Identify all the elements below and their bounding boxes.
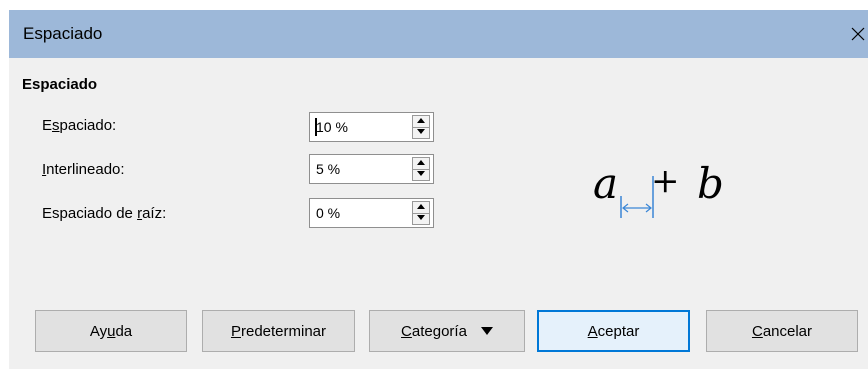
close-icon[interactable] bbox=[846, 18, 868, 48]
preview-b: b bbox=[697, 159, 724, 208]
line-spacing-spinbox[interactable]: 5 % bbox=[309, 154, 434, 184]
section-title: Espaciado bbox=[22, 76, 98, 93]
title-bar: Espaciado bbox=[9, 10, 868, 58]
spin-down-icon[interactable] bbox=[413, 213, 429, 224]
dialog-body: Espaciado Espaciado: 10 % Interlineado: … bbox=[9, 58, 868, 369]
cancel-button[interactable]: Cancelar bbox=[706, 310, 858, 352]
help-button[interactable]: Ay u da bbox=[35, 310, 187, 352]
preview-plus: + bbox=[651, 161, 680, 201]
default-button[interactable]: Predeterminar bbox=[202, 310, 355, 352]
root-spacing-label: Espaciado de raíz: bbox=[42, 205, 167, 222]
dropdown-arrow-icon bbox=[480, 327, 493, 335]
spacing-preview: a + b bbox=[569, 148, 769, 238]
spin-buttons bbox=[412, 115, 430, 139]
category-button[interactable]: Categoría bbox=[369, 310, 525, 352]
spin-down-icon[interactable] bbox=[413, 169, 429, 180]
spin-buttons bbox=[412, 157, 430, 181]
spacing-indicator-icon bbox=[620, 176, 654, 218]
root-spacing-spinbox[interactable]: 0 % bbox=[309, 198, 434, 228]
spacing-spinbox[interactable]: 10 % bbox=[309, 112, 434, 142]
spin-buttons bbox=[412, 201, 430, 225]
line-spacing-value[interactable]: 5 % bbox=[316, 161, 340, 177]
spacing-value[interactable]: 10 % bbox=[316, 119, 348, 135]
spin-down-icon[interactable] bbox=[413, 127, 429, 138]
line-spacing-label: Interlineado: bbox=[42, 161, 125, 178]
text-cursor bbox=[315, 118, 317, 136]
window-title: Espaciado bbox=[23, 24, 103, 43]
ok-button[interactable]: Aceptar bbox=[537, 310, 690, 352]
spacing-label: Espaciado: bbox=[42, 117, 117, 134]
preview-a: a bbox=[593, 159, 618, 208]
root-spacing-value[interactable]: 0 % bbox=[316, 205, 340, 221]
